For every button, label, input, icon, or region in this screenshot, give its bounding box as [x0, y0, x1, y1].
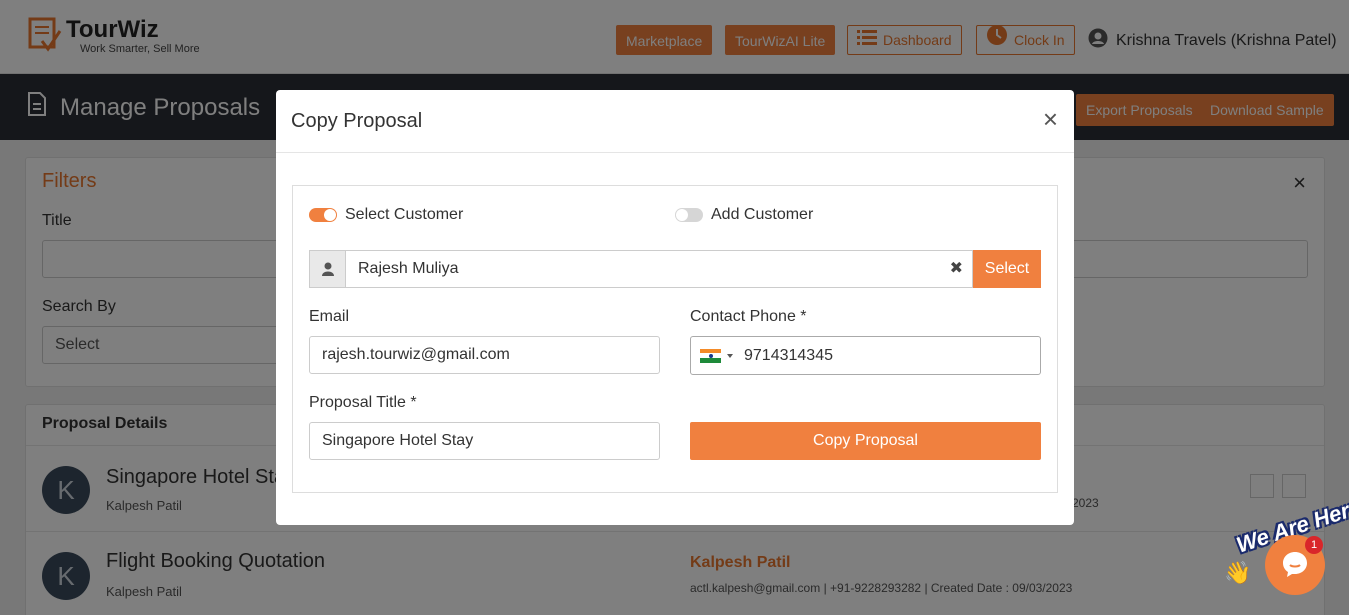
- chat-bubble-icon: [1280, 549, 1310, 582]
- customer-selector: Rajesh Muliya ✖ Select: [309, 250, 1041, 288]
- clear-icon[interactable]: ✖: [950, 251, 963, 287]
- email-label: Email: [309, 308, 350, 325]
- modal-title: Copy Proposal: [291, 110, 423, 132]
- waving-hand-icon: 👋: [1224, 560, 1252, 585]
- email-field[interactable]: rajesh.tourwiz@gmail.com: [309, 336, 660, 374]
- proposal-title-label: Proposal Title *: [309, 394, 417, 411]
- phone-value: 9714314345: [744, 346, 833, 364]
- close-icon[interactable]: ×: [1043, 106, 1058, 132]
- contact-phone-field[interactable]: 9714314345: [690, 336, 1041, 375]
- select-customer-label: Select Customer: [345, 206, 464, 223]
- copy-proposal-modal: Copy Proposal × Select Customer Add Cust…: [276, 90, 1074, 525]
- copy-proposal-button[interactable]: Copy Proposal: [690, 422, 1041, 460]
- add-customer-toggle[interactable]: Add Customer: [675, 206, 813, 224]
- proposal-title-field[interactable]: Singapore Hotel Stay: [309, 422, 660, 460]
- contact-phone-label: Contact Phone *: [690, 308, 807, 325]
- notification-badge: 1: [1305, 536, 1323, 554]
- toggle-switch-on[interactable]: [309, 208, 337, 222]
- user-icon: [309, 250, 346, 288]
- india-flag-icon[interactable]: [700, 348, 721, 363]
- add-customer-label: Add Customer: [711, 206, 814, 223]
- customer-value: Rajesh Muliya: [358, 260, 459, 277]
- toggle-switch-off[interactable]: [675, 208, 703, 222]
- modal-form: Select Customer Add Customer Rajesh Muli…: [292, 185, 1058, 493]
- customer-input[interactable]: Rajesh Muliya ✖: [346, 250, 973, 288]
- select-customer-toggle[interactable]: Select Customer: [309, 206, 463, 224]
- chevron-down-icon[interactable]: [727, 353, 733, 358]
- select-customer-button[interactable]: Select: [973, 250, 1041, 288]
